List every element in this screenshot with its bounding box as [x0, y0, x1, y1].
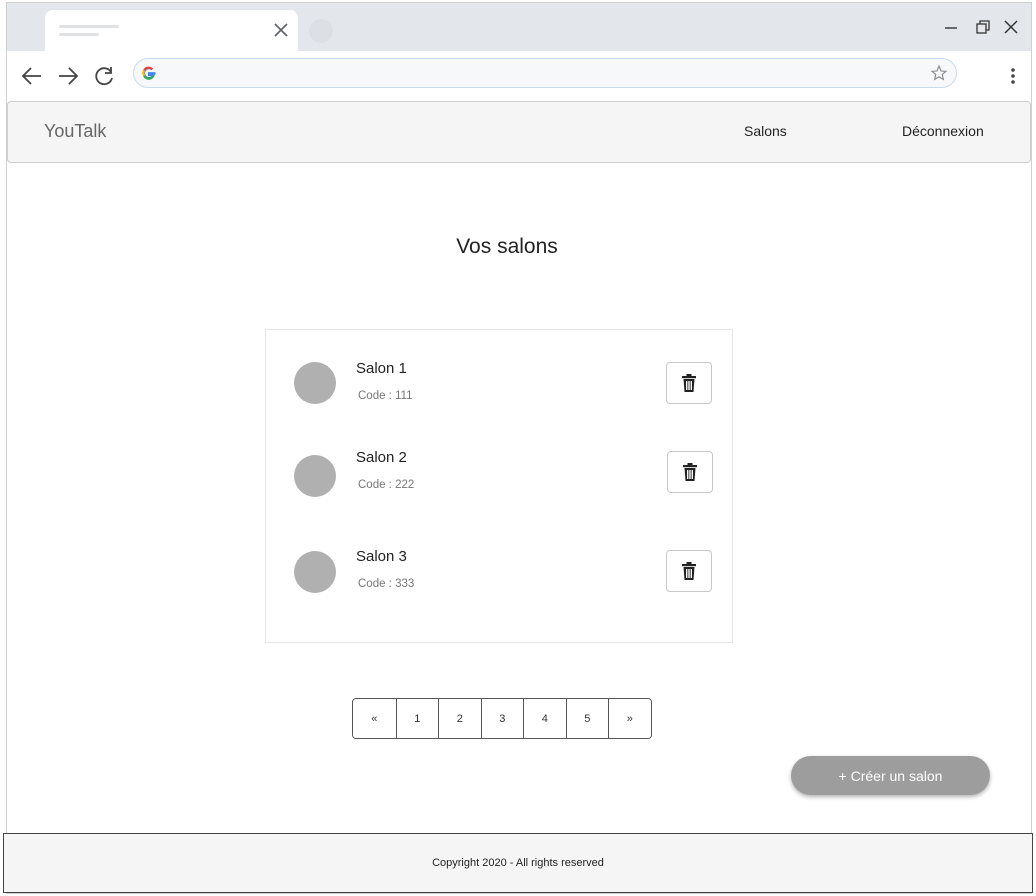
- back-icon[interactable]: [19, 63, 45, 89]
- nav-link-logout[interactable]: Déconnexion: [902, 123, 984, 139]
- star-icon[interactable]: [930, 64, 948, 82]
- pagination-page-5[interactable]: 5: [565, 699, 608, 738]
- copyright-text: Copyright 2020 - All rights reserved: [432, 857, 604, 869]
- pagination-page-1[interactable]: 1: [395, 699, 438, 738]
- menu-icon[interactable]: [1003, 64, 1023, 88]
- list-item: Salon 1 Code : 111: [266, 358, 732, 418]
- pagination: « 1 2 3 4 5 »: [352, 698, 652, 739]
- tab-title-placeholder: [59, 25, 119, 28]
- restore-icon[interactable]: [973, 17, 993, 37]
- salon-name[interactable]: Salon 1: [356, 360, 407, 377]
- new-tab-icon[interactable]: [309, 19, 333, 43]
- trash-icon: [682, 374, 696, 392]
- close-icon[interactable]: [271, 20, 291, 40]
- tab-subtitle-placeholder: [59, 33, 99, 36]
- browser-toolbar: [7, 51, 1031, 101]
- minimize-icon[interactable]: [941, 17, 961, 37]
- pagination-page-3[interactable]: 3: [480, 699, 523, 738]
- forward-icon[interactable]: [55, 63, 81, 89]
- avatar: [294, 455, 336, 497]
- salon-name[interactable]: Salon 2: [356, 449, 407, 466]
- nav-link-salons[interactable]: Salons: [744, 123, 787, 139]
- trash-icon: [682, 562, 696, 580]
- delete-button[interactable]: [666, 550, 712, 592]
- avatar: [294, 551, 336, 593]
- salon-name[interactable]: Salon 3: [356, 548, 407, 565]
- salon-code: Code : 111: [358, 390, 413, 402]
- address-bar[interactable]: [133, 58, 957, 88]
- avatar: [294, 362, 336, 404]
- create-salon-button[interactable]: + Créer un salon: [791, 756, 990, 795]
- list-item: Salon 3 Code : 333: [266, 546, 732, 606]
- page-title: Vos salons: [456, 235, 558, 258]
- browser-tab[interactable]: [45, 10, 298, 51]
- list-item: Salon 2 Code : 222: [266, 447, 732, 507]
- app-navbar: YouTalk Salons Déconnexion: [7, 101, 1031, 163]
- salon-code: Code : 333: [358, 578, 415, 590]
- pagination-prev[interactable]: «: [353, 699, 396, 738]
- pagination-next[interactable]: »: [608, 699, 651, 738]
- delete-button[interactable]: [667, 451, 713, 493]
- browser-window: YouTalk Salons Déconnexion Vos salons Sa…: [3, 2, 1033, 894]
- close-window-icon[interactable]: [1001, 17, 1021, 37]
- pagination-page-4[interactable]: 4: [523, 699, 566, 738]
- brand-logo[interactable]: YouTalk: [44, 121, 106, 142]
- delete-button[interactable]: [666, 362, 712, 404]
- salon-list: Salon 1 Code : 111 Salon 2 Code : 222 Sa…: [265, 329, 733, 643]
- trash-icon: [683, 463, 697, 481]
- pagination-page-2[interactable]: 2: [438, 699, 481, 738]
- salon-code: Code : 222: [358, 479, 415, 491]
- footer: Copyright 2020 - All rights reserved: [3, 833, 1033, 893]
- reload-icon[interactable]: [91, 63, 117, 89]
- tab-strip: [7, 3, 1031, 51]
- google-icon: [142, 66, 156, 80]
